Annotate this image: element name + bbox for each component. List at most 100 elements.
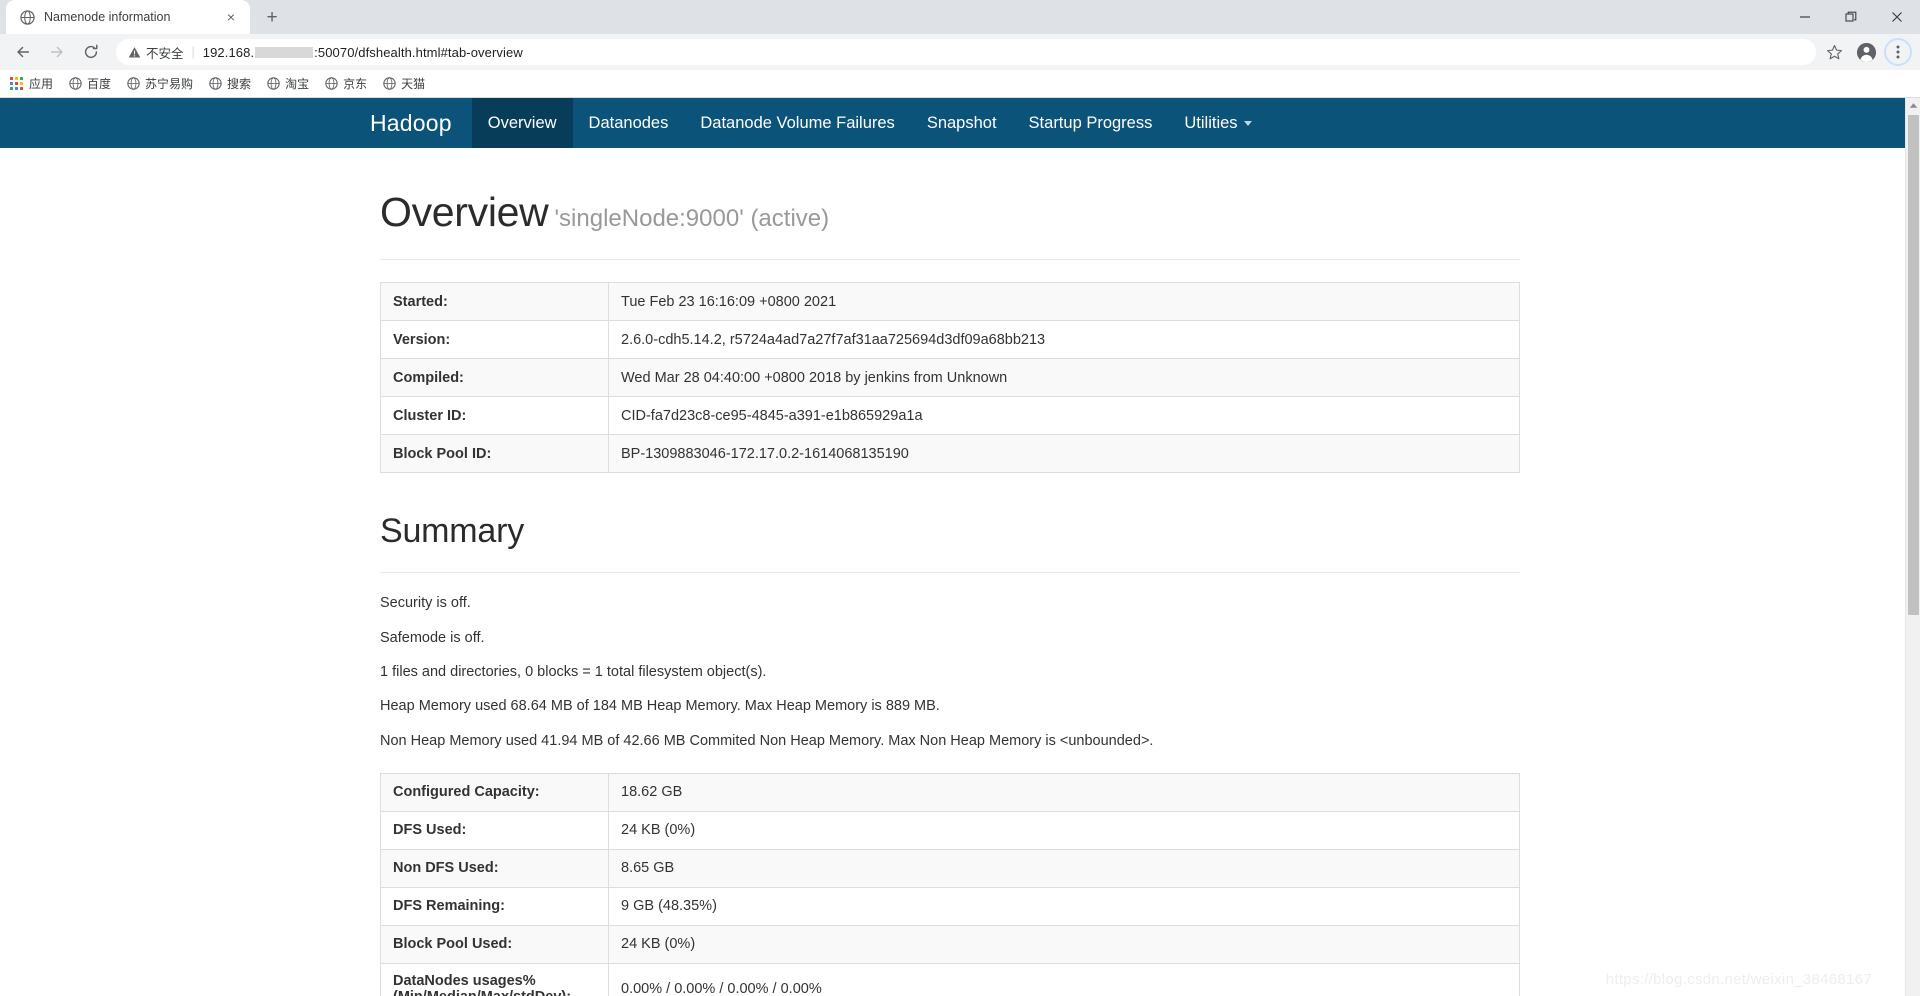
globe-icon bbox=[69, 77, 82, 90]
reload-icon[interactable] bbox=[76, 37, 106, 67]
table-row: Version: 2.6.0-cdh5.14.2, r5724a4ad7a27f… bbox=[381, 321, 1520, 359]
row-key: DataNodes usages% (Min/Median/Max/stdDev… bbox=[381, 963, 609, 996]
row-key: Version: bbox=[381, 321, 609, 359]
browser-toolbar: 不安全 | 192.168. :50070/dfshealth.html#tab… bbox=[0, 34, 1920, 70]
row-key: Non DFS Used: bbox=[381, 849, 609, 887]
close-window-icon[interactable] bbox=[1874, 0, 1920, 34]
summary-line: Safemode is off. bbox=[380, 628, 1520, 648]
nav-item-snapshot[interactable]: Snapshot bbox=[911, 98, 1013, 148]
table-row: Started: Tue Feb 23 16:16:09 +0800 2021 bbox=[381, 283, 1520, 321]
url-prefix: 192.168. bbox=[203, 45, 254, 60]
security-label: 不安全 bbox=[146, 43, 184, 62]
row-key: Block Pool ID: bbox=[381, 435, 609, 473]
window-controls bbox=[1782, 0, 1920, 34]
bookmark-suning[interactable]: 苏宁易购 bbox=[127, 75, 193, 92]
url-redacted-block bbox=[255, 47, 313, 58]
bookmark-jd[interactable]: 京东 bbox=[325, 75, 367, 92]
globe-icon bbox=[127, 77, 140, 90]
table-row: Configured Capacity: 18.62 GB bbox=[381, 773, 1520, 811]
page-viewport: Hadoop Overview Datanodes Datanode Volum… bbox=[0, 98, 1920, 996]
scroll-up-arrow-icon[interactable] bbox=[1906, 98, 1920, 113]
table-row: Block Pool Used: 24 KB (0%) bbox=[381, 925, 1520, 963]
table-row: Non DFS Used: 8.65 GB bbox=[381, 849, 1520, 887]
browser-menu-icon[interactable] bbox=[1884, 38, 1912, 66]
bookmark-label: 天猫 bbox=[401, 75, 425, 92]
summary-line: Security is off. bbox=[380, 593, 1520, 613]
profile-avatar[interactable] bbox=[1852, 38, 1880, 66]
bookmarks-bar: 应用 百度 苏宁易购 bbox=[0, 70, 1920, 98]
bookmark-label: 搜索 bbox=[227, 75, 251, 92]
row-value: 2.6.0-cdh5.14.2, r5724a4ad7a27f7af31aa72… bbox=[609, 321, 1520, 359]
browser-tab[interactable]: Namenode information × bbox=[6, 0, 250, 34]
forward-icon[interactable] bbox=[42, 37, 72, 67]
page-title: Overview'singleNode:9000' (active) bbox=[380, 190, 1520, 235]
summary-table: Configured Capacity: 18.62 GB DFS Used: … bbox=[380, 773, 1520, 996]
hadoop-brand[interactable]: Hadoop bbox=[370, 98, 472, 148]
browser-window: Namenode information × + bbox=[0, 0, 1920, 996]
minimize-icon[interactable] bbox=[1782, 0, 1828, 34]
table-row: DataNodes usages% (Min/Median/Max/stdDev… bbox=[381, 963, 1520, 996]
bookmark-apps[interactable]: 应用 bbox=[10, 75, 53, 92]
title-divider bbox=[380, 259, 1520, 260]
summary-divider bbox=[380, 572, 1520, 573]
row-value: 9 GB (48.35%) bbox=[609, 887, 1520, 925]
bookmark-label: 京东 bbox=[343, 75, 367, 92]
tab-strip: Namenode information × + bbox=[0, 0, 1920, 34]
url-text: 192.168. :50070/dfshealth.html#tab-overv… bbox=[203, 45, 523, 60]
omnibox-divider: | bbox=[192, 45, 195, 59]
new-tab-button[interactable]: + bbox=[258, 3, 286, 31]
vertical-scrollbar[interactable] bbox=[1905, 98, 1920, 996]
scrollbar-thumb[interactable] bbox=[1908, 115, 1919, 615]
table-row: DFS Remaining: 9 GB (48.35%) bbox=[381, 887, 1520, 925]
row-key: Configured Capacity: bbox=[381, 773, 609, 811]
bookmark-label: 百度 bbox=[87, 75, 111, 92]
nav-item-utilities-label: Utilities bbox=[1184, 114, 1237, 132]
bookmark-star-icon[interactable] bbox=[1822, 40, 1846, 64]
bookmark-tmall[interactable]: 天猫 bbox=[383, 75, 425, 92]
bookmark-baidu[interactable]: 百度 bbox=[69, 75, 111, 92]
bookmark-label: 淘宝 bbox=[285, 75, 309, 92]
nav-item-overview[interactable]: Overview bbox=[472, 98, 573, 148]
globe-icon bbox=[267, 77, 280, 90]
bookmark-taobao[interactable]: 淘宝 bbox=[267, 75, 309, 92]
row-value: BP-1309883046-172.17.0.2-1614068135190 bbox=[609, 435, 1520, 473]
address-bar[interactable]: 不安全 | 192.168. :50070/dfshealth.html#tab… bbox=[116, 39, 1816, 65]
globe-icon bbox=[19, 9, 35, 25]
bookmark-label: 应用 bbox=[29, 75, 53, 92]
summary-line: 1 files and directories, 0 blocks = 1 to… bbox=[380, 662, 1520, 682]
nav-item-datanodes[interactable]: Datanodes bbox=[573, 98, 685, 148]
hadoop-navbar: Hadoop Overview Datanodes Datanode Volum… bbox=[0, 98, 1920, 148]
not-secure-warning-icon bbox=[128, 46, 141, 59]
row-value: 24 KB (0%) bbox=[609, 925, 1520, 963]
row-key: Started: bbox=[381, 283, 609, 321]
page-title-subtitle: 'singleNode:9000' (active) bbox=[554, 205, 829, 232]
row-key: Cluster ID: bbox=[381, 397, 609, 435]
overview-table: Started: Tue Feb 23 16:16:09 +0800 2021 … bbox=[380, 282, 1520, 473]
row-value: 18.62 GB bbox=[609, 773, 1520, 811]
row-value: 24 KB (0%) bbox=[609, 811, 1520, 849]
nav-item-datanode-volume-failures[interactable]: Datanode Volume Failures bbox=[684, 98, 910, 148]
row-key: DFS Remaining: bbox=[381, 887, 609, 925]
watermark-text: https://blog.csdn.net/weixin_38468167 bbox=[1606, 971, 1872, 988]
close-icon[interactable]: × bbox=[222, 8, 240, 26]
row-value: 8.65 GB bbox=[609, 849, 1520, 887]
row-key: Block Pool Used: bbox=[381, 925, 609, 963]
url-suffix: :50070/dfshealth.html#tab-overview bbox=[314, 45, 523, 60]
content-container: Overview'singleNode:9000' (active) Start… bbox=[380, 148, 1520, 996]
table-row: Block Pool ID: BP-1309883046-172.17.0.2-… bbox=[381, 435, 1520, 473]
row-value: CID-fa7d23c8-ce95-4845-a391-e1b865929a1a bbox=[609, 397, 1520, 435]
tab-title: Namenode information bbox=[44, 10, 218, 24]
hadoop-navbar-inner: Hadoop Overview Datanodes Datanode Volum… bbox=[370, 98, 1268, 148]
row-key: Compiled: bbox=[381, 359, 609, 397]
restore-icon[interactable] bbox=[1828, 0, 1874, 34]
summary-line: Heap Memory used 68.64 MB of 184 MB Heap… bbox=[380, 696, 1520, 716]
back-icon[interactable] bbox=[8, 37, 38, 67]
globe-icon bbox=[383, 77, 396, 90]
apps-grid-icon bbox=[10, 77, 23, 90]
bookmark-search[interactable]: 搜索 bbox=[209, 75, 251, 92]
nav-item-utilities[interactable]: Utilities bbox=[1168, 98, 1267, 148]
nav-item-startup-progress[interactable]: Startup Progress bbox=[1013, 98, 1169, 148]
summary-title: Summary bbox=[380, 513, 1520, 550]
page-title-text: Overview bbox=[380, 189, 548, 235]
table-row: Cluster ID: CID-fa7d23c8-ce95-4845-a391-… bbox=[381, 397, 1520, 435]
